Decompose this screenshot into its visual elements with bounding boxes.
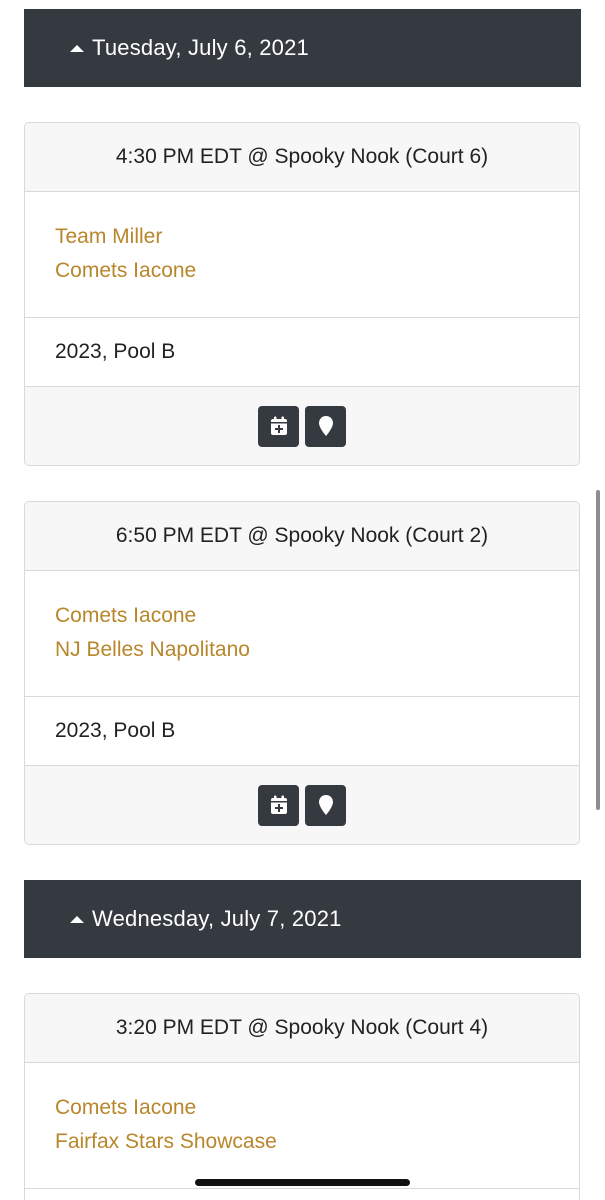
game-pool: 2023, Pool B bbox=[25, 318, 579, 387]
game-pool: 2023, Pool B bbox=[25, 697, 579, 766]
game-teams: Team Miller Comets Iacone bbox=[25, 192, 579, 318]
map-location-button[interactable] bbox=[305, 405, 346, 447]
map-marker-icon bbox=[318, 795, 333, 815]
day-header-tuesday[interactable]: Tuesday, July 6, 2021 bbox=[24, 9, 581, 87]
day-label: Wednesday, July 7, 2021 bbox=[92, 906, 342, 931]
map-location-button[interactable] bbox=[305, 784, 346, 826]
game-time-location: 6:50 PM EDT @ Spooky Nook (Court 2) bbox=[25, 502, 579, 571]
team-link[interactable]: Comets Iacone bbox=[55, 599, 579, 633]
add-to-calendar-button[interactable] bbox=[258, 784, 299, 826]
schedule-page: Tuesday, July 6, 2021 4:30 PM EDT @ Spoo… bbox=[0, 0, 605, 1200]
scrollbar[interactable] bbox=[596, 490, 600, 810]
game-actions bbox=[25, 766, 579, 844]
team-link[interactable]: Fairfax Stars Showcase bbox=[55, 1125, 579, 1159]
game-teams: Comets Iacone Fairfax Stars Showcase bbox=[25, 1063, 579, 1189]
game-time-location: 3:20 PM EDT @ Spooky Nook (Court 4) bbox=[25, 994, 579, 1063]
day-label: Tuesday, July 6, 2021 bbox=[92, 35, 309, 60]
team-link[interactable]: Comets Iacone bbox=[55, 254, 579, 288]
game-card: 3:20 PM EDT @ Spooky Nook (Court 4) Come… bbox=[24, 993, 580, 1200]
calendar-plus-icon bbox=[270, 416, 287, 435]
game-time-location: 4:30 PM EDT @ Spooky Nook (Court 6) bbox=[25, 123, 579, 192]
map-marker-icon bbox=[318, 416, 333, 436]
add-to-calendar-button[interactable] bbox=[258, 405, 299, 447]
team-link[interactable]: NJ Belles Napolitano bbox=[55, 633, 579, 667]
game-card: 4:30 PM EDT @ Spooky Nook (Court 6) Team… bbox=[24, 122, 580, 466]
game-actions bbox=[25, 387, 579, 465]
game-card: 6:50 PM EDT @ Spooky Nook (Court 2) Come… bbox=[24, 501, 580, 845]
team-link[interactable]: Comets Iacone bbox=[55, 1091, 579, 1125]
team-link[interactable]: Team Miller bbox=[55, 220, 579, 254]
caret-up-icon bbox=[70, 916, 84, 923]
day-header-wednesday[interactable]: Wednesday, July 7, 2021 bbox=[24, 880, 581, 958]
caret-up-icon bbox=[70, 45, 84, 52]
home-indicator[interactable] bbox=[195, 1179, 410, 1186]
game-teams: Comets Iacone NJ Belles Napolitano bbox=[25, 571, 579, 697]
calendar-plus-icon bbox=[270, 795, 287, 814]
